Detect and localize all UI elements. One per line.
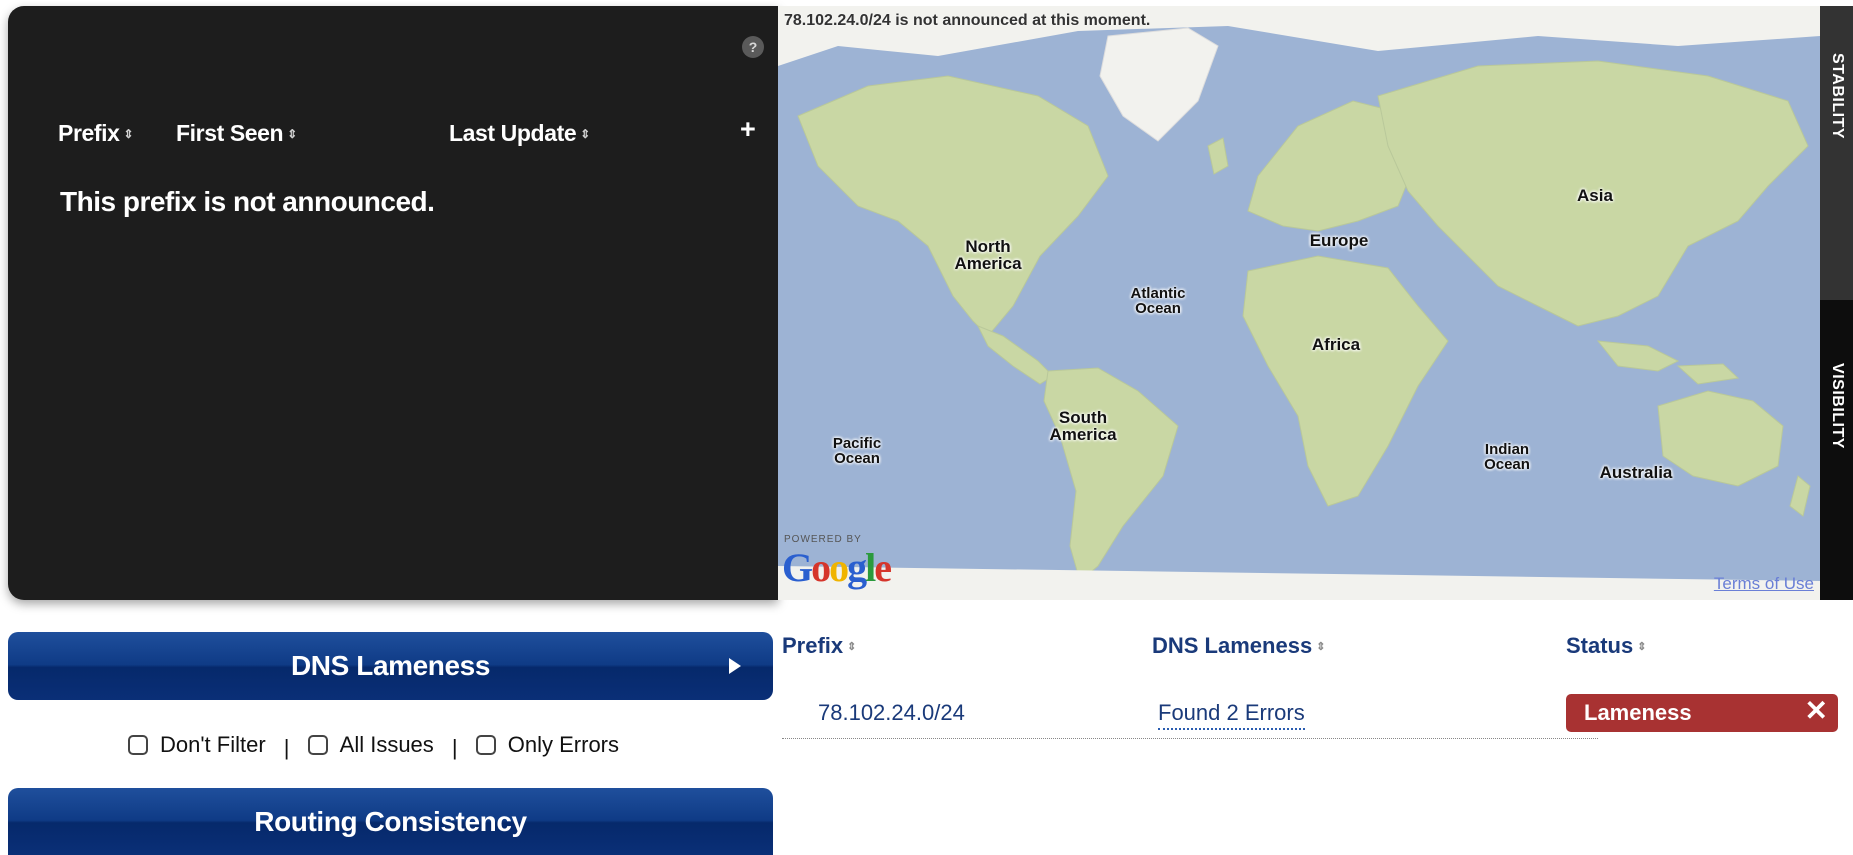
table-header-prefix[interactable]: Prefix ⇕ <box>782 633 856 659</box>
column-last-update-header[interactable]: Last Update ⇕ <box>449 120 590 147</box>
dns-lameness-section-header[interactable]: DNS Lameness <box>8 632 773 700</box>
sort-icon: ⇕ <box>123 127 134 141</box>
table-header-dns-lameness[interactable]: DNS Lameness ⇕ <box>1152 633 1325 659</box>
tab-stability[interactable]: STABILITY <box>1820 6 1853 300</box>
map-label-north-america: North America <box>954 237 1022 273</box>
filter-only-errors[interactable]: Only Errors <box>475 732 620 758</box>
table-row-prefix[interactable]: 78.102.24.0/24 <box>818 700 965 726</box>
dont-filter-checkbox[interactable] <box>128 735 148 755</box>
help-icon[interactable]: ? <box>742 36 764 58</box>
map-label-europe: Europe <box>1309 231 1369 250</box>
all-issues-label: All Issues <box>339 732 434 757</box>
map-label-australia: Australia <box>1599 463 1673 482</box>
tab-stability-label: STABILITY <box>1828 53 1846 139</box>
sort-icon: ⇕ <box>287 127 297 141</box>
table-row-dns-detail[interactable]: Found 2 Errors <box>1158 700 1305 730</box>
only-errors-checkbox[interactable] <box>475 735 496 755</box>
column-first-seen-label: First Seen <box>176 120 284 146</box>
dont-filter-label: Don't Filter <box>160 732 266 757</box>
map-label-south-america: South America <box>1049 408 1117 444</box>
map-label-atlantic-ocean: Atlantic Ocean <box>1130 285 1186 317</box>
table-row-divider <box>782 738 1598 739</box>
map-label-indian-ocean: Indian Ocean <box>1484 441 1530 473</box>
close-icon[interactable]: ✕ <box>1805 694 1828 727</box>
map-label-asia: Asia <box>1577 186 1613 205</box>
all-issues-checkbox[interactable] <box>307 735 328 755</box>
column-last-update-label: Last Update <box>449 120 577 146</box>
tab-visibility-label: VISIBILITY <box>1828 363 1846 449</box>
status-badge[interactable]: Lameness ✕ <box>1566 694 1838 732</box>
sort-icon: ⇕ <box>580 127 590 141</box>
empty-message: This prefix is not announced. <box>60 186 435 217</box>
map-label-pacific-ocean: Pacific Ocean <box>832 435 882 467</box>
table-header-prefix-label: Prefix <box>782 633 844 658</box>
column-prefix-header[interactable]: Prefix ⇕ <box>58 120 134 147</box>
sort-icon: ⇕ <box>1637 641 1647 653</box>
filter-dont-filter[interactable]: Don't Filter <box>128 732 266 758</box>
column-prefix-label: Prefix <box>58 120 120 146</box>
map-land-shapes <box>778 6 1820 600</box>
dns-lameness-title: DNS Lameness <box>290 650 491 681</box>
map-label-africa: Africa <box>1311 335 1361 354</box>
terms-of-use-link[interactable]: Terms of Use <box>1714 574 1814 594</box>
world-map[interactable]: 78.102.24.0/24 is not announced at this … <box>778 6 1820 600</box>
table-header-dns-lameness-label: DNS Lameness <box>1152 633 1313 658</box>
only-errors-label: Only Errors <box>507 732 620 757</box>
filter-separator: | <box>451 735 458 760</box>
table-header-status[interactable]: Status ⇕ <box>1566 633 1646 659</box>
sort-icon: ⇕ <box>1316 641 1326 653</box>
filter-options: Don't Filter | All Issues | Only Errors <box>128 732 619 761</box>
routing-consistency-section-header[interactable]: Routing Consistency <box>8 788 773 855</box>
column-first-seen-header[interactable]: First Seen ⇕ <box>176 120 297 147</box>
sort-icon: ⇕ <box>847 641 857 653</box>
google-logo: Google <box>782 545 892 590</box>
filter-all-issues[interactable]: All Issues <box>307 732 434 758</box>
add-column-icon[interactable]: + <box>740 114 756 145</box>
play-icon[interactable] <box>729 658 741 674</box>
filter-separator: | <box>283 735 290 760</box>
status-badge-label: Lameness <box>1584 700 1692 725</box>
map-status-text: 78.102.24.0/24 is not announced at this … <box>784 12 1151 29</box>
routing-consistency-title: Routing Consistency <box>254 806 527 837</box>
tab-visibility[interactable]: VISIBILITY <box>1820 300 1853 600</box>
table-header-status-label: Status <box>1566 633 1634 658</box>
prefix-panel: ? Prefix ⇕ First Seen ⇕ Last Update ⇕ + Thi… <box>8 6 778 600</box>
